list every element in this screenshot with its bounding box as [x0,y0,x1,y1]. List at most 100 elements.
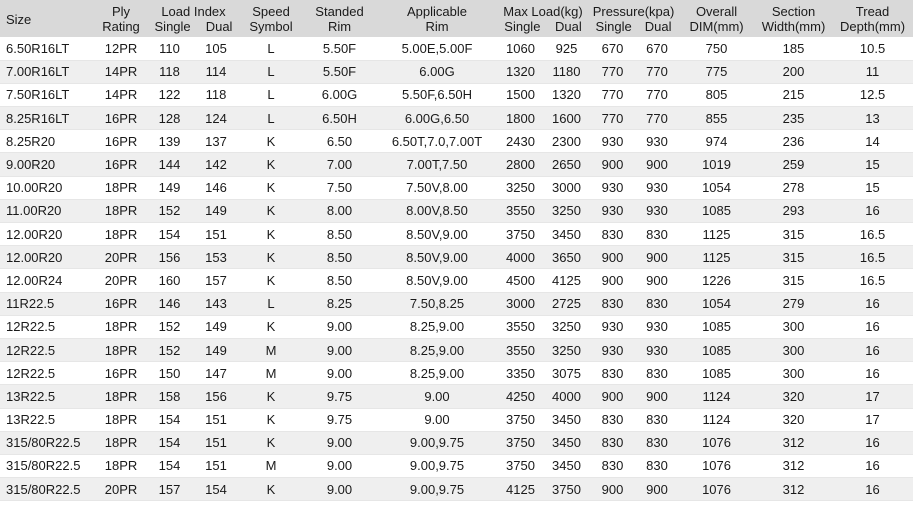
cell-overall-dim: 1054 [678,292,756,316]
cell-pressure-single: 930 [589,129,637,154]
cell-load-dual: 105 [192,37,240,61]
cell-applicable-rim: 8.25,9.00 [377,315,497,339]
cell-max-load-single: 3750 [497,408,544,432]
table-row: 12R22.5 18PR 152 149 K 9.00 8.25,9.00 3550 3250 9… [0,315,913,339]
cell-speed-symbol: L [240,106,302,131]
cell-load-single: 128 [147,106,192,131]
cell-speed-symbol: K [240,176,302,200]
cell-pressure-single: 930 [589,338,637,363]
cell-pressure-single: 900 [589,477,637,502]
cell-speed-symbol: K [240,477,302,502]
cell-size: 11.00R20 [0,199,95,224]
cell-overall-dim: 1125 [678,222,756,247]
cell-size: 7.00R16LT [0,60,95,84]
cell-size: 13R22.5 [0,408,95,432]
cell-max-load-single: 3550 [497,199,544,224]
cell-load-single: 139 [147,129,192,154]
cell-max-load-single: 2800 [497,152,544,177]
cell-size: 11R22.5 [0,292,95,316]
cell-ply-rating: 16PR [95,129,147,154]
cell-max-load-dual: 3450 [544,222,590,247]
cell-section-width: 300 [755,361,833,386]
cell-standed-rim: 9.00 [302,477,377,502]
cell-pressure-dual: 830 [636,222,679,247]
cell-section-width: 320 [755,384,833,409]
cell-load-dual: 149 [192,199,240,224]
table-row: 12.00R20 18PR 154 151 K 8.50 8.50V,9.00 3750 345… [0,222,913,247]
cell-ply-rating: 18PR [95,408,147,432]
cell-section-width: 200 [755,60,833,84]
cell-ply-rating: 14PR [95,60,147,84]
cell-pressure-dual: 930 [636,199,679,224]
table-row: 6.50R16LT 12PR 110 105 L 5.50F 5.00E,5.00F 1060… [0,37,913,61]
header-max-load: Max Load(kg) Single Dual [497,0,590,37]
cell-ply-rating: 16PR [95,361,147,386]
cell-load-dual: 151 [192,408,240,432]
cell-tread-depth: 16 [832,315,913,339]
cell-size: 12.00R24 [0,268,95,293]
cell-size: 315/80R22.5 [0,477,95,502]
cell-speed-symbol: M [240,454,302,479]
cell-pressure-dual: 830 [636,454,679,479]
table-row: 8.25R20 16PR 139 137 K 6.50 6.50T,7.0,7.00T 243… [0,129,913,154]
cell-speed-symbol: K [240,315,302,339]
cell-max-load-dual: 2650 [544,152,590,177]
cell-tread-depth: 16.5 [832,222,913,247]
cell-load-single: 146 [147,292,192,316]
table-row: 315/80R22.5 18PR 154 151 M 9.00 9.00,9.75 3750 3… [0,454,913,479]
cell-load-single: 157 [147,477,192,502]
cell-ply-rating: 16PR [95,106,147,131]
cell-pressure-single: 770 [589,83,637,108]
cell-section-width: 312 [755,454,833,479]
cell-max-load-dual: 4000 [544,384,590,409]
cell-overall-dim: 775 [678,60,756,84]
cell-max-load-dual: 925 [544,37,590,61]
cell-speed-symbol: K [240,129,302,154]
cell-load-dual: 118 [192,83,240,108]
cell-pressure-single: 830 [589,361,637,386]
cell-tread-depth: 16.5 [832,268,913,293]
cell-standed-rim: 8.50 [302,222,377,247]
cell-overall-dim: 805 [678,83,756,108]
cell-size: 13R22.5 [0,384,95,409]
cell-section-width: 185 [755,37,833,61]
cell-pressure-dual: 900 [636,384,679,409]
cell-speed-symbol: L [240,60,302,84]
header-load-single: Single [154,19,191,34]
cell-max-load-dual: 3250 [544,315,590,339]
cell-ply-rating: 18PR [95,199,147,224]
cell-load-dual: 156 [192,384,240,409]
cell-applicable-rim: 8.50V,9.00 [377,222,497,247]
cell-max-load-dual: 1320 [544,83,590,108]
cell-standed-rim: 9.00 [302,361,377,386]
cell-pressure-dual: 830 [636,431,679,455]
cell-standed-rim: 5.50F [302,60,377,84]
cell-max-load-dual: 2725 [544,292,590,316]
cell-load-single: 154 [147,454,192,479]
table-row: 8.25R16LT 16PR 128 124 L 6.50H 6.00G,6.50 1800 1… [0,106,913,131]
cell-section-width: 259 [755,152,833,177]
header-pres-single: Single [595,19,632,34]
cell-applicable-rim: 6.00G [377,60,497,84]
header-pressure: Pressure(kpa) Single Dual [589,0,679,37]
cell-tread-depth: 10.5 [832,37,913,61]
cell-applicable-rim: 7.50V,8.00 [377,176,497,200]
cell-ply-rating: 18PR [95,222,147,247]
cell-max-load-dual: 3250 [544,199,590,224]
cell-load-single: 156 [147,245,192,270]
cell-load-single: 118 [147,60,192,84]
header-max-single: Single [504,19,541,34]
cell-max-load-dual: 3000 [544,176,590,200]
cell-load-dual: 149 [192,315,240,339]
cell-max-load-dual: 1600 [544,106,590,131]
cell-tread-depth: 16 [832,292,913,316]
cell-overall-dim: 1085 [678,315,756,339]
cell-size: 315/80R22.5 [0,454,95,479]
cell-standed-rim: 8.00 [302,199,377,224]
cell-overall-dim: 1085 [678,199,756,224]
cell-pressure-dual: 770 [636,83,679,108]
cell-pressure-single: 900 [589,268,637,293]
table-row: 11R22.5 16PR 146 143 L 8.25 7.50,8.25 3000 2725 8… [0,292,913,316]
cell-load-dual: 157 [192,268,240,293]
cell-overall-dim: 750 [678,37,756,61]
